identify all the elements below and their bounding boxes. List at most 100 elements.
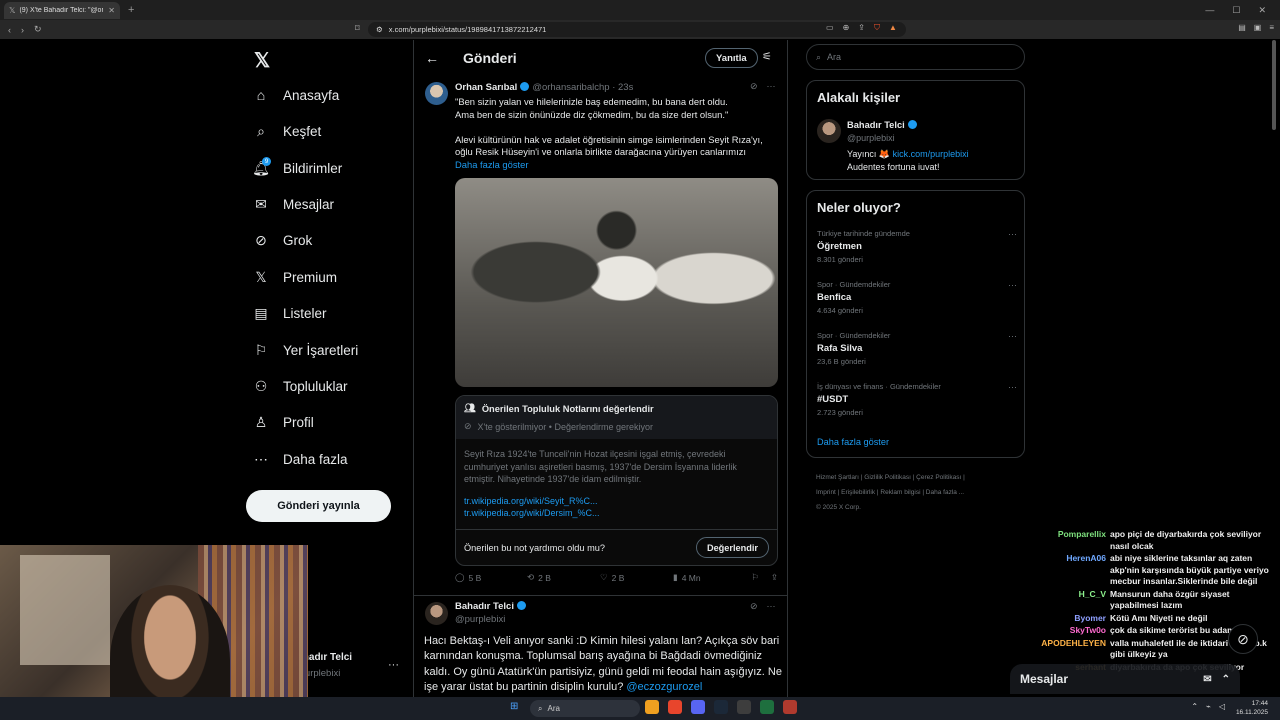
author-name[interactable]: Orhan Sarıbal <box>455 82 517 93</box>
trend-item[interactable]: Spor · Gündemdekiler Benfica 4.634 gönde… <box>817 280 1017 315</box>
post-button[interactable]: Gönderi yayınla <box>246 490 391 522</box>
nav-item-messages[interactable]: ✉ Mesajlar <box>253 189 334 219</box>
nav-item-grok[interactable]: ⊘ Grok <box>253 225 312 255</box>
wallet-icon[interactable]: ▣ <box>1254 23 1262 32</box>
trend-item[interactable]: İş dünyası ve finans · Gündemdekiler #US… <box>817 382 1017 417</box>
note-source-link[interactable]: tr.wikipedia.org/wiki/Seyit_R%C... <box>464 495 769 508</box>
author-handle[interactable]: @orhansaribalchp <box>532 82 609 93</box>
x-logo-icon[interactable]: 𝕏 <box>254 48 270 73</box>
footer-line[interactable]: Imprint | Erişilebilirlik | Reklam bilgi… <box>816 485 1016 500</box>
cast-icon[interactable]: ▭ <box>826 23 834 33</box>
messages-drawer[interactable]: Mesajlar ✉ ⌃ <box>1010 664 1240 694</box>
tweet-text: Hacı Bektaş-ı Veli anıyor sanki :D Kimin… <box>424 634 784 696</box>
account-more-icon[interactable]: ··· <box>388 659 399 671</box>
file-explorer-icon[interactable] <box>645 700 659 714</box>
app-icon[interactable] <box>737 700 751 714</box>
bio-link[interactable]: kick.com/purplebixi <box>893 149 969 159</box>
brave-browser-icon[interactable] <box>668 700 682 714</box>
nav-item-home[interactable]: ⌂ Anasayfa <box>253 80 340 110</box>
note-source-link[interactable]: tr.wikipedia.org/wiki/Dersim_%C... <box>464 507 769 520</box>
reply-button[interactable]: Yanıtla <box>705 48 758 68</box>
views-action[interactable]: ▮ 4 Mn <box>673 572 751 583</box>
avatar[interactable] <box>425 82 448 105</box>
nav-item-premium[interactable]: 𝕏 Premium <box>253 262 337 292</box>
trend-item[interactable]: Spor · Gündemdekiler Rafa Silva 23,6 B g… <box>817 331 1017 366</box>
tweet-time[interactable]: 23s <box>618 82 633 93</box>
nav-item-communities[interactable]: ⚇ Topluluklar <box>253 371 348 401</box>
taskbar-clock[interactable]: 17:44 16.11.2025 <box>1236 699 1268 717</box>
tab-close-icon[interactable]: ✕ <box>108 6 115 15</box>
trend-category: İş dünyası ve finans · Gündemdekiler <box>817 382 941 391</box>
minimize-icon[interactable]: — <box>1205 5 1214 16</box>
bookmark-icon[interactable]: ⚐ <box>751 572 759 583</box>
show-more-link[interactable]: Daha fazla göster <box>455 159 780 172</box>
zoom-icon[interactable]: ⊕ <box>843 23 850 33</box>
close-window-icon[interactable]: ✕ <box>1258 5 1266 16</box>
related-name[interactable]: Bahadır Telci <box>847 120 920 130</box>
rate-button[interactable]: Değerlendir <box>695 537 769 558</box>
reply-action[interactable]: ◯ 5 B <box>455 572 527 583</box>
grok-icon[interactable]: ⊘ <box>750 601 758 612</box>
repost-action[interactable]: ⟲ 2 B <box>527 572 600 583</box>
browser-tab[interactable]: 𝕏 (9) X'te Bahadır Telci: "@orhansaribal… <box>4 1 120 19</box>
mention-link[interactable]: @eczozgurozel <box>626 681 702 693</box>
menu-icon[interactable]: ≡ <box>1269 23 1274 32</box>
new-tab-icon[interactable]: + <box>128 4 134 16</box>
nav-item-more[interactable]: ⋯ Daha fazla <box>253 444 348 474</box>
chevron-up-icon[interactable]: ⌃ <box>1191 702 1198 711</box>
more-options-icon[interactable]: ··· <box>1008 229 1017 239</box>
like-action[interactable]: ♡ 2 B <box>600 572 673 583</box>
nav-item-notifications[interactable]: 🔔︎ 9 Bildirimler <box>252 153 342 183</box>
forward-nav-icon[interactable]: › <box>21 25 24 35</box>
taskbar-search[interactable]: ⌕ Ara <box>530 700 640 717</box>
brave-shield-icon[interactable]: ⛉ <box>874 23 880 33</box>
avatar[interactable] <box>425 602 448 625</box>
trend-item[interactable]: Türkiye tarihinde gündemde Öğretmen 8.30… <box>817 229 1017 264</box>
reply-icon: ◯ <box>455 572 465 582</box>
app-icon[interactable] <box>760 700 774 714</box>
sidebar-icon[interactable]: ▤ <box>1238 23 1246 32</box>
discord-icon[interactable] <box>691 700 705 714</box>
chat-username: Byomer <box>1074 612 1106 623</box>
compose-message-icon[interactable]: ✉ <box>1203 674 1211 685</box>
back-nav-icon[interactable]: ‹ <box>8 25 11 35</box>
more-options-icon[interactable]: ··· <box>1008 280 1017 290</box>
show-more-link[interactable]: Daha fazla göster <box>817 437 889 447</box>
footer-line[interactable]: Hizmet Şartları | Gizlilik Politikası | … <box>816 470 1016 485</box>
nav-item-profile[interactable]: ♙ Profil <box>253 407 314 437</box>
search-input[interactable]: ⌕ Ara <box>806 44 1025 70</box>
avatar[interactable] <box>817 119 841 143</box>
maximize-icon[interactable]: ☐ <box>1232 5 1240 16</box>
settings-sliders-icon[interactable]: ⚟ <box>762 50 772 63</box>
share-icon[interactable]: ⇪ <box>771 572 778 583</box>
nav-item-bookmarks[interactable]: ⚐ Yer İşaretleri <box>253 335 359 365</box>
author-handle[interactable]: @purplebixi <box>455 614 505 625</box>
grok-icon[interactable]: ⊘ <box>1228 624 1258 654</box>
network-icon[interactable]: ⌁ <box>1206 702 1211 711</box>
more-options-icon[interactable]: ··· <box>767 81 776 92</box>
bar-chart-icon: ▮ <box>673 572 678 582</box>
rewards-icon[interactable]: ▲ <box>889 23 897 33</box>
volume-icon[interactable]: ◁ <box>1219 702 1225 711</box>
author-name[interactable]: Bahadır Telci <box>455 601 514 612</box>
app-icon[interactable] <box>783 700 797 714</box>
nav-item-lists[interactable]: ▤ Listeler <box>253 298 326 328</box>
bookmark-page-icon[interactable]: ⌑ <box>355 23 360 34</box>
tweet-photo[interactable] <box>455 178 778 387</box>
expand-icon[interactable]: ⌃ <box>1222 674 1230 685</box>
windows-start-icon[interactable]: ⊞ <box>510 701 518 712</box>
note-line: cumhuriyet yanlısı aşiretleri basmış, 19… <box>464 461 737 472</box>
steam-icon[interactable] <box>714 700 728 714</box>
more-options-icon[interactable]: ··· <box>1008 331 1017 341</box>
site-info-icon[interactable]: ⚙ <box>376 25 383 34</box>
related-handle[interactable]: @purplebixi <box>847 133 895 143</box>
scrollbar[interactable] <box>1272 40 1276 130</box>
reload-icon[interactable]: ↻ <box>34 24 42 35</box>
more-options-icon[interactable]: ··· <box>767 601 776 612</box>
share-icon[interactable]: ⇪ <box>858 23 865 33</box>
nav-item-explore[interactable]: ⌕ Keşfet <box>253 116 321 146</box>
grok-icon[interactable]: ⊘ <box>750 81 758 92</box>
more-options-icon[interactable]: ··· <box>1008 382 1017 392</box>
tweet-body: Hacı Bektaş-ı Veli anıyor sanki :D Kimin… <box>424 635 782 694</box>
back-arrow-icon[interactable]: ← <box>425 50 439 66</box>
